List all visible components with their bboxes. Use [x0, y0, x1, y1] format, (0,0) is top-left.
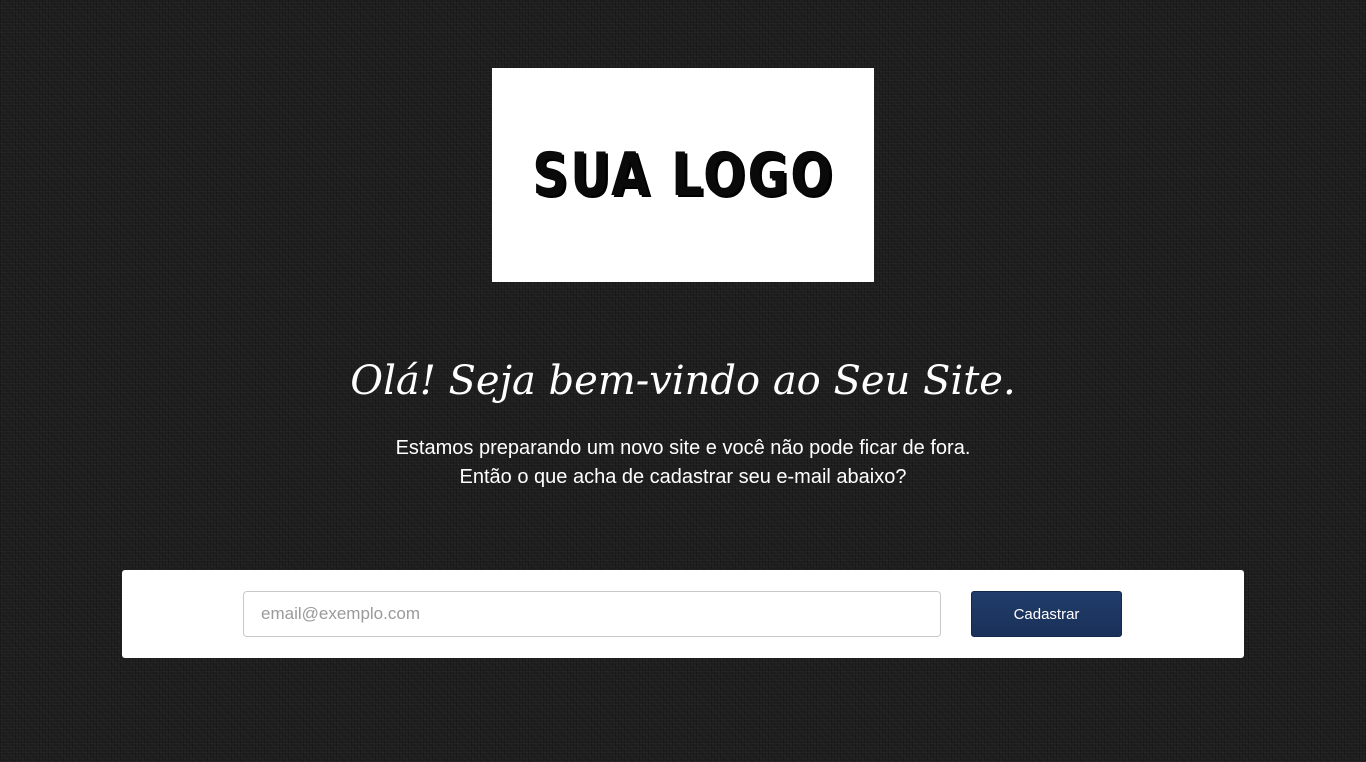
subtitle-line-1: Estamos preparando um novo site e você n… — [395, 437, 971, 459]
logo: SUA LOGO — [492, 68, 874, 282]
signup-form: Cadastrar — [122, 570, 1244, 658]
welcome-subtitle: Estamos preparando um novo site e você n… — [0, 434, 1366, 492]
cadastrar-button[interactable]: Cadastrar — [971, 591, 1122, 637]
welcome-headline: Olá! Seja bem-vindo ao Seu Site. — [350, 358, 1016, 404]
logo-text: SUA LOGO — [531, 140, 835, 210]
subtitle-line-2: Então o que acha de cadastrar seu e-mail… — [459, 466, 907, 488]
email-input[interactable] — [243, 591, 941, 637]
